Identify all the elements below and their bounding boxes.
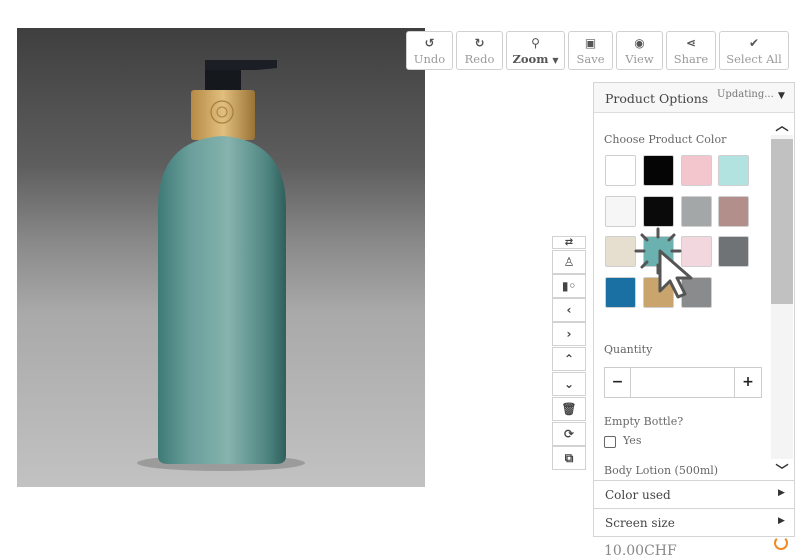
select-all-button[interactable]: ✔ Select All: [719, 31, 789, 70]
empty-bottle-checkbox[interactable]: [604, 436, 616, 448]
chevron-left-icon: ‹: [566, 303, 572, 317]
quantity-input[interactable]: [631, 367, 734, 398]
color-swatch[interactable]: [718, 155, 749, 186]
scroll-up-icon[interactable]: ︿: [771, 115, 793, 135]
view-button[interactable]: ◉ View: [616, 31, 663, 70]
color-swatch[interactable]: [718, 236, 749, 267]
align-icon: ▮◦: [561, 279, 577, 293]
move-left-button[interactable]: ‹: [552, 298, 586, 322]
color-swatch[interactable]: [605, 155, 636, 186]
delete-button[interactable]: 🗑: [552, 397, 586, 421]
redo-button[interactable]: ↻ Redo: [456, 31, 503, 70]
move-down-button[interactable]: ⌄: [552, 372, 586, 396]
color-swatch[interactable]: [643, 155, 674, 186]
duplicate-icon: ⧉: [564, 451, 574, 465]
caret-right-icon: ▶: [778, 488, 785, 498]
share-button[interactable]: ⋖ Share: [666, 31, 716, 70]
product-preview[interactable]: [17, 28, 425, 487]
bottle-image: [137, 60, 305, 471]
quantity-decrement-button[interactable]: −: [604, 367, 631, 398]
undo-icon: ↺: [424, 36, 435, 50]
quantity-increment-button[interactable]: +: [734, 367, 762, 398]
panel-title: Product Options: [605, 91, 709, 106]
panel-header[interactable]: Product Options Updating... ▼: [594, 83, 794, 113]
caret-right-icon: ▶: [778, 516, 785, 526]
chevron-up-icon: ⌃: [563, 352, 575, 366]
undo-button[interactable]: ↺ Undo: [406, 31, 453, 70]
panel-status: Updating...: [717, 89, 774, 100]
stamp-button[interactable]: ♙: [552, 250, 586, 274]
chevron-down-icon: ⌄: [563, 377, 575, 391]
chevron-right-icon: ›: [566, 327, 572, 341]
quantity-label: Quantity: [604, 343, 653, 356]
redo-icon: ↻: [474, 36, 485, 50]
refresh-button[interactable]: ⟳: [552, 422, 586, 446]
color-label: Choose Product Color: [604, 133, 727, 146]
swap-icon: ⇄: [564, 237, 574, 248]
caret-down-icon[interactable]: ▼: [778, 91, 785, 101]
scrollbar-thumb[interactable]: [771, 139, 793, 304]
duplicate-button[interactable]: ⧉: [552, 446, 586, 470]
align-button[interactable]: ▮◦: [552, 274, 586, 298]
price-text: 10.00CHF: [604, 543, 677, 555]
empty-bottle-label: Empty Bottle?: [604, 415, 684, 428]
stamp-icon: ♙: [563, 255, 575, 269]
refresh-icon: ⟳: [563, 427, 575, 441]
eye-icon: ◉: [634, 36, 645, 50]
color-swatch[interactable]: [718, 196, 749, 227]
move-up-button[interactable]: ⌃: [552, 347, 586, 371]
share-icon: ⋖: [685, 36, 697, 50]
cursor-pointer-icon: [634, 227, 693, 299]
yes-label: Yes: [623, 434, 642, 447]
caret-down-icon: ▼: [552, 56, 559, 65]
check-icon: ✔: [748, 36, 760, 50]
color-swatch[interactable]: [681, 155, 712, 186]
save-icon: ▣: [584, 36, 597, 50]
swap-button[interactable]: ⇄: [552, 236, 586, 249]
product-type-label: Body Lotion (500ml): [604, 464, 719, 477]
color-used-accordion[interactable]: Color used ▶: [593, 480, 795, 509]
scroll-down-icon[interactable]: ﹀: [771, 460, 793, 480]
zoom-icon: ⚲: [531, 36, 540, 50]
save-button[interactable]: ▣ Save: [568, 31, 613, 70]
zoom-button[interactable]: ⚲ Zoom ▼: [506, 31, 565, 70]
loading-spinner-icon: [774, 536, 788, 550]
move-right-button[interactable]: ›: [552, 322, 586, 346]
product-options-panel: Product Options Updating... ▼ ︿ ﹀ Choose…: [593, 82, 795, 482]
screen-size-accordion[interactable]: Screen size ▶: [593, 508, 795, 537]
trash-icon: 🗑: [561, 402, 577, 416]
